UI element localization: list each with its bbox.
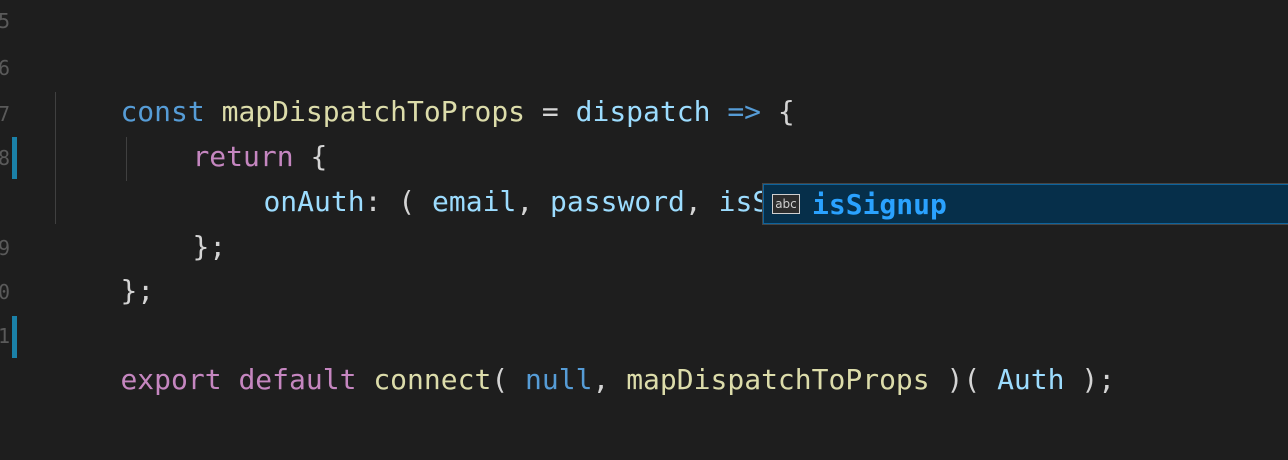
- arrow-operator: =>: [710, 95, 778, 128]
- code-line[interactable]: };: [125, 181, 226, 263]
- line-number: 8: [0, 146, 10, 170]
- param-email: email: [432, 185, 517, 218]
- line-number: 0: [0, 280, 10, 304]
- code-editor[interactable]: 5 6 7 8 9 0 1 const mapDispatchToProps =…: [0, 0, 1288, 460]
- code-line[interactable]: const mapDispatchToProps = dispatch => {: [53, 46, 794, 128]
- param-password: password: [550, 185, 685, 218]
- line-number: 7: [0, 102, 10, 126]
- punctuation: : (: [364, 185, 433, 218]
- close-brace: };: [192, 230, 227, 263]
- git-modified-marker[interactable]: [12, 137, 17, 179]
- line-number: 5: [0, 9, 10, 33]
- param-dispatch: dispatch: [575, 95, 711, 128]
- code-line[interactable]: };: [53, 225, 154, 307]
- close-paren: );: [1064, 363, 1116, 396]
- identifier-mapdispatchtoprops: mapDispatchToProps: [626, 363, 930, 396]
- suggestion-label: isSignup: [812, 188, 947, 221]
- code-line[interactable]: onAuth: ( email, password, isSignup ) =>…: [196, 136, 1288, 218]
- keyword-default: default: [221, 363, 357, 396]
- code-line[interactable]: return {: [125, 91, 327, 173]
- call-connect: connect: [373, 363, 492, 396]
- comma: ,: [592, 363, 627, 396]
- line-number: 1: [0, 324, 10, 348]
- keyword-export: export: [120, 363, 222, 396]
- property-onauth: onAuth: [263, 185, 365, 218]
- comma: ,: [516, 185, 551, 218]
- line-number-gutter: 5 6 7 8 9 0 1: [0, 0, 40, 460]
- open-paren: (: [491, 363, 526, 396]
- operator-assign: =: [525, 95, 576, 128]
- abc-word-icon: abc: [772, 194, 800, 214]
- autocomplete-widget[interactable]: abc isSignup: [762, 183, 1288, 225]
- line-number: 6: [0, 56, 10, 80]
- comma: ,: [684, 185, 719, 218]
- line-number: 9: [0, 236, 10, 260]
- git-modified-marker[interactable]: [12, 316, 17, 358]
- open-brace: {: [777, 95, 795, 128]
- literal-null: null: [525, 363, 593, 396]
- suggestion-item[interactable]: abc isSignup: [763, 184, 1288, 224]
- punctuation: )(: [929, 363, 998, 396]
- identifier-auth: Auth: [997, 363, 1065, 396]
- code-line[interactable]: export default connect( null, mapDispatc…: [53, 314, 1115, 396]
- close-brace: };: [120, 274, 155, 307]
